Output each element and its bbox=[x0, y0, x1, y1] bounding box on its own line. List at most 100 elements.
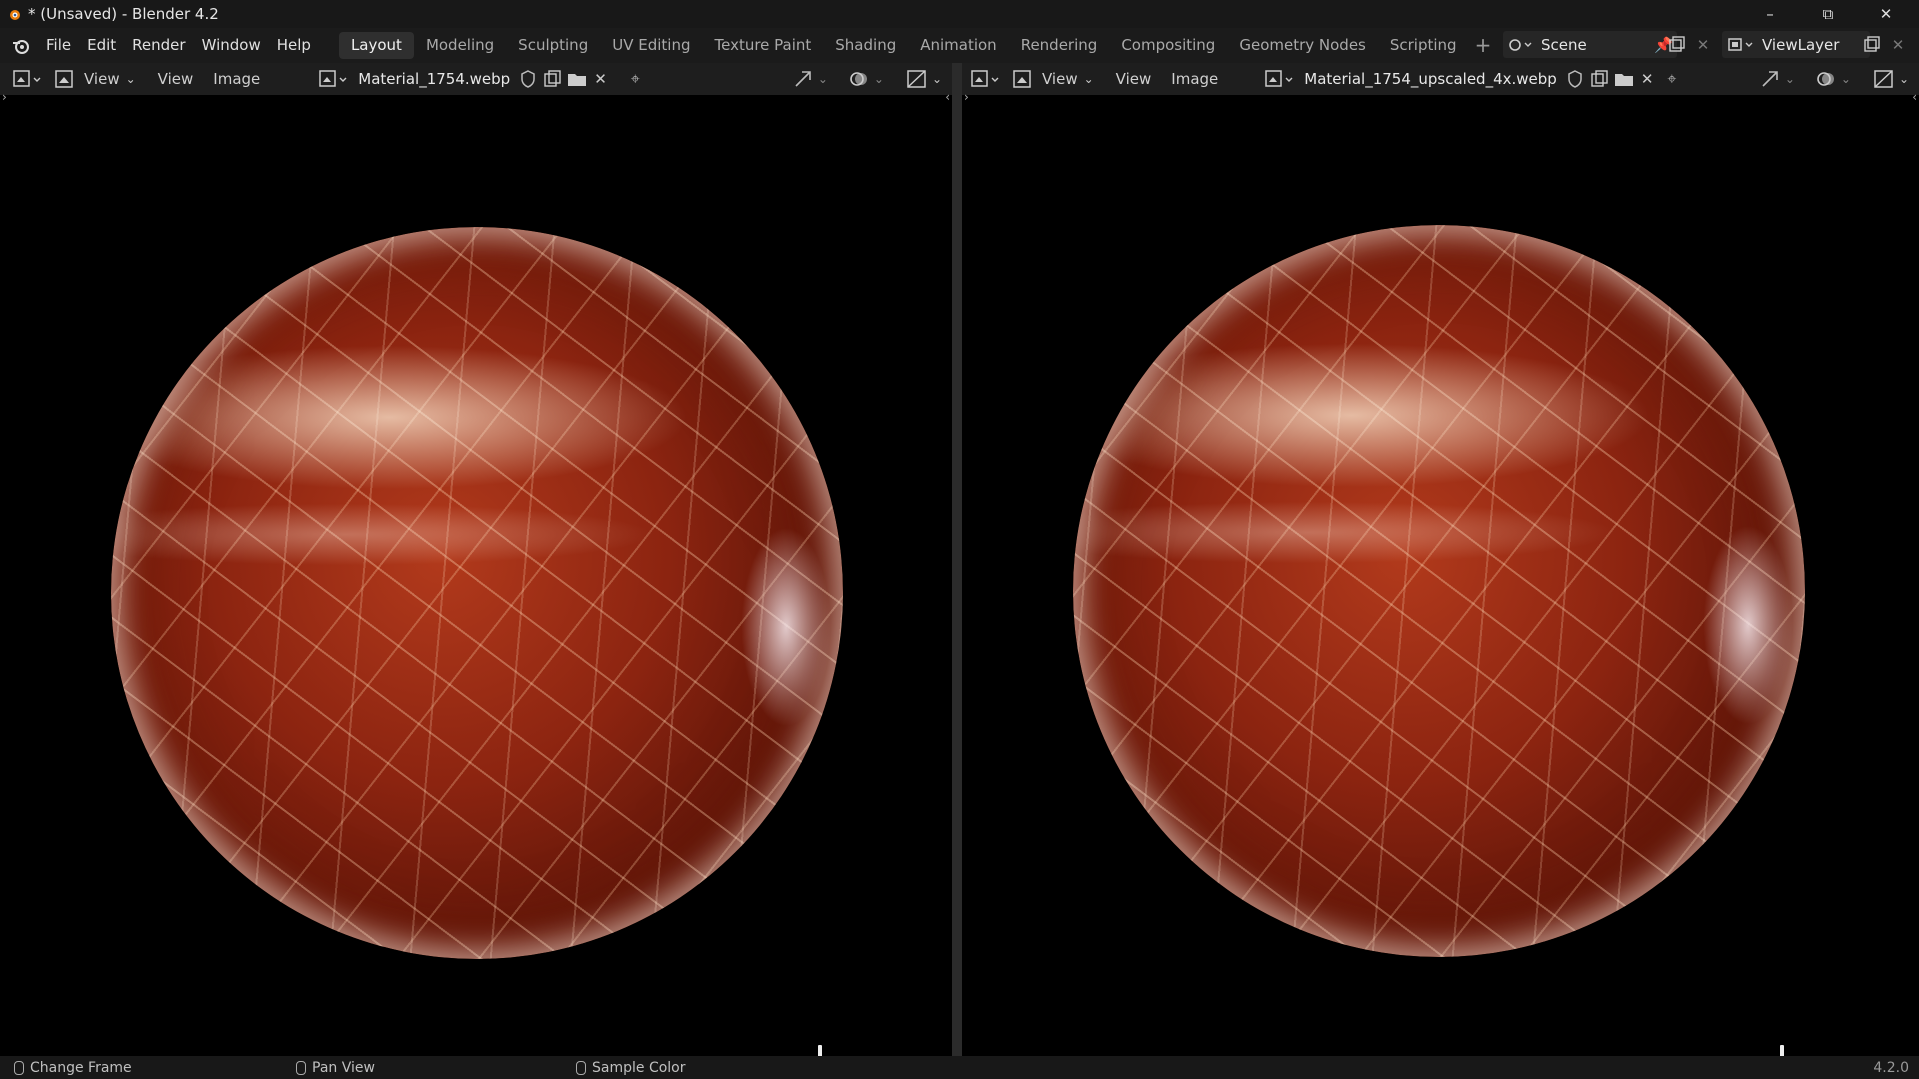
minimize-button[interactable]: – bbox=[1741, 0, 1799, 28]
scene-icon bbox=[1509, 38, 1532, 51]
tab-sculpting[interactable]: Sculpting bbox=[506, 32, 600, 59]
gizmo-icon[interactable] bbox=[1759, 68, 1781, 90]
image-menu[interactable]: Image bbox=[1171, 70, 1218, 88]
rim-highlight bbox=[741, 527, 831, 727]
chevron-down-icon: ⌄ bbox=[873, 72, 884, 86]
delete-view-layer-icon[interactable]: ✕ bbox=[1886, 33, 1910, 57]
fake-user-shield-icon[interactable] bbox=[1565, 69, 1585, 89]
menu-file[interactable]: File bbox=[38, 28, 79, 63]
blender-menu-icon[interactable] bbox=[10, 35, 32, 57]
chevron-down-icon: ⌄ bbox=[931, 72, 942, 86]
tab-uv-editing[interactable]: UV Editing bbox=[600, 32, 702, 59]
status-change-frame: Change Frame bbox=[14, 1060, 132, 1076]
new-image-icon[interactable] bbox=[1589, 69, 1611, 89]
tab-compositing[interactable]: Compositing bbox=[1109, 32, 1227, 59]
browse-image-icon[interactable] bbox=[1264, 68, 1298, 90]
menu-edit[interactable]: Edit bbox=[79, 28, 124, 63]
window-title: * (Unsaved) - Blender 4.2 bbox=[28, 5, 219, 23]
browse-image-icon[interactable] bbox=[318, 68, 352, 90]
editor-type-icon[interactable] bbox=[12, 68, 46, 90]
display-channels-icon[interactable] bbox=[1873, 68, 1895, 90]
view-mode-dropdown[interactable]: View bbox=[84, 70, 120, 88]
editor-header-left: View ⌄ View Image Material_1754.webp ✕ ⌖… bbox=[0, 63, 952, 95]
marble-sphere-upscaled-image bbox=[1073, 225, 1805, 957]
view-layer-icon bbox=[1728, 37, 1753, 51]
image-menu[interactable]: Image bbox=[213, 70, 260, 88]
overlays-icon[interactable] bbox=[1815, 68, 1837, 90]
tab-layout[interactable]: Layout bbox=[338, 32, 414, 59]
toolbar-expand-icon[interactable]: › bbox=[964, 90, 969, 104]
new-image-icon[interactable] bbox=[542, 69, 564, 89]
view-menu[interactable]: View bbox=[1116, 70, 1152, 88]
toolbar-expand-icon[interactable]: › bbox=[2, 90, 7, 104]
delete-scene-icon[interactable]: ✕ bbox=[1691, 33, 1715, 57]
maximize-button[interactable]: ⧉ bbox=[1799, 0, 1857, 28]
marble-sphere-image bbox=[111, 227, 843, 959]
scene-name: Scene bbox=[1541, 35, 1587, 54]
open-folder-icon[interactable] bbox=[1613, 69, 1635, 89]
image-name-field[interactable]: Material_1754_upscaled_4x.webp bbox=[1304, 70, 1557, 88]
image-mode-icon bbox=[55, 70, 73, 88]
tab-scripting[interactable]: Scripting bbox=[1378, 32, 1469, 59]
image-name-field[interactable]: Material_1754.webp bbox=[358, 70, 510, 88]
pin-icon[interactable]: ⌖ bbox=[631, 69, 640, 89]
mouse-right-icon bbox=[576, 1060, 586, 1075]
menu-render[interactable]: Render bbox=[124, 28, 193, 63]
mouse-middle-icon bbox=[296, 1060, 306, 1075]
tab-geometry-nodes[interactable]: Geometry Nodes bbox=[1227, 32, 1378, 59]
chevron-down-icon: ⌄ bbox=[1840, 72, 1851, 86]
status-sample-color: Sample Color bbox=[576, 1060, 686, 1076]
status-bar: Change Frame Pan View Sample Color 4.2.0 bbox=[0, 1056, 1919, 1079]
close-button[interactable]: ✕ bbox=[1857, 0, 1915, 28]
fake-user-shield-icon[interactable] bbox=[518, 69, 538, 89]
status-left-text: Change Frame bbox=[30, 1059, 132, 1076]
view-menu[interactable]: View bbox=[158, 70, 194, 88]
sphere-rim bbox=[111, 227, 843, 959]
mouse-left-icon bbox=[14, 1060, 24, 1075]
frame-indicator bbox=[818, 1045, 822, 1056]
frame-indicator bbox=[1780, 1045, 1784, 1056]
version-label: 4.2.0 bbox=[1873, 1059, 1909, 1076]
workspace-tabs: Layout Modeling Sculpting UV Editing Tex… bbox=[338, 32, 1492, 59]
view-layer-name: ViewLayer bbox=[1762, 35, 1840, 54]
status-middle-text: Pan View bbox=[312, 1059, 375, 1076]
sidebar-expand-icon[interactable]: ‹ bbox=[945, 90, 950, 104]
new-scene-icon[interactable] bbox=[1665, 33, 1689, 57]
scene-selector[interactable]: Scene 📌 bbox=[1503, 31, 1677, 58]
image-editor-right[interactable]: View ⌄ View Image Material_1754_upscaled… bbox=[962, 63, 1919, 1056]
gizmo-icon[interactable] bbox=[792, 68, 814, 90]
status-right-text: Sample Color bbox=[592, 1059, 686, 1076]
chevron-down-icon: ⌄ bbox=[1898, 72, 1909, 86]
display-channels-icon[interactable] bbox=[906, 68, 928, 90]
tab-rendering[interactable]: Rendering bbox=[1009, 32, 1110, 59]
menu-help[interactable]: Help bbox=[269, 28, 319, 63]
view-mode-dropdown[interactable]: View bbox=[1042, 70, 1078, 88]
chevron-down-icon: ⌄ bbox=[1784, 72, 1795, 86]
unlink-image-icon[interactable]: ✕ bbox=[1641, 70, 1654, 88]
title-bar: * (Unsaved) - Blender 4.2 – ⧉ ✕ bbox=[0, 0, 1919, 28]
chevron-down-icon: ⌄ bbox=[1083, 72, 1094, 86]
tab-texture-paint[interactable]: Texture Paint bbox=[702, 32, 823, 59]
editor-type-icon[interactable] bbox=[970, 68, 1004, 90]
blender-logo-icon bbox=[10, 10, 20, 20]
chevron-down-icon: ⌄ bbox=[125, 72, 136, 86]
tab-shading[interactable]: Shading bbox=[823, 32, 908, 59]
tab-modeling[interactable]: Modeling bbox=[414, 32, 506, 59]
rim-highlight bbox=[1703, 525, 1793, 725]
menu-window[interactable]: Window bbox=[194, 28, 269, 63]
editor-header-right: View ⌄ View Image Material_1754_upscaled… bbox=[962, 63, 1919, 95]
overlays-icon[interactable] bbox=[848, 68, 870, 90]
new-view-layer-icon[interactable] bbox=[1860, 33, 1884, 57]
image-mode-icon bbox=[1013, 70, 1031, 88]
open-folder-icon[interactable] bbox=[566, 69, 588, 89]
unlink-image-icon[interactable]: ✕ bbox=[594, 70, 607, 88]
pin-icon[interactable]: ⌖ bbox=[1667, 69, 1676, 89]
add-workspace-button[interactable]: + bbox=[1475, 32, 1492, 59]
image-editor-left[interactable]: View ⌄ View Image Material_1754.webp ✕ ⌖… bbox=[0, 63, 952, 1056]
tab-animation[interactable]: Animation bbox=[908, 32, 1008, 59]
view-layer-selector[interactable]: ViewLayer bbox=[1722, 31, 1870, 58]
chevron-down-icon: ⌄ bbox=[817, 72, 828, 86]
status-pan-view: Pan View bbox=[296, 1060, 375, 1076]
sidebar-expand-icon[interactable]: ‹ bbox=[1912, 90, 1917, 104]
area-separator[interactable] bbox=[952, 63, 962, 1056]
